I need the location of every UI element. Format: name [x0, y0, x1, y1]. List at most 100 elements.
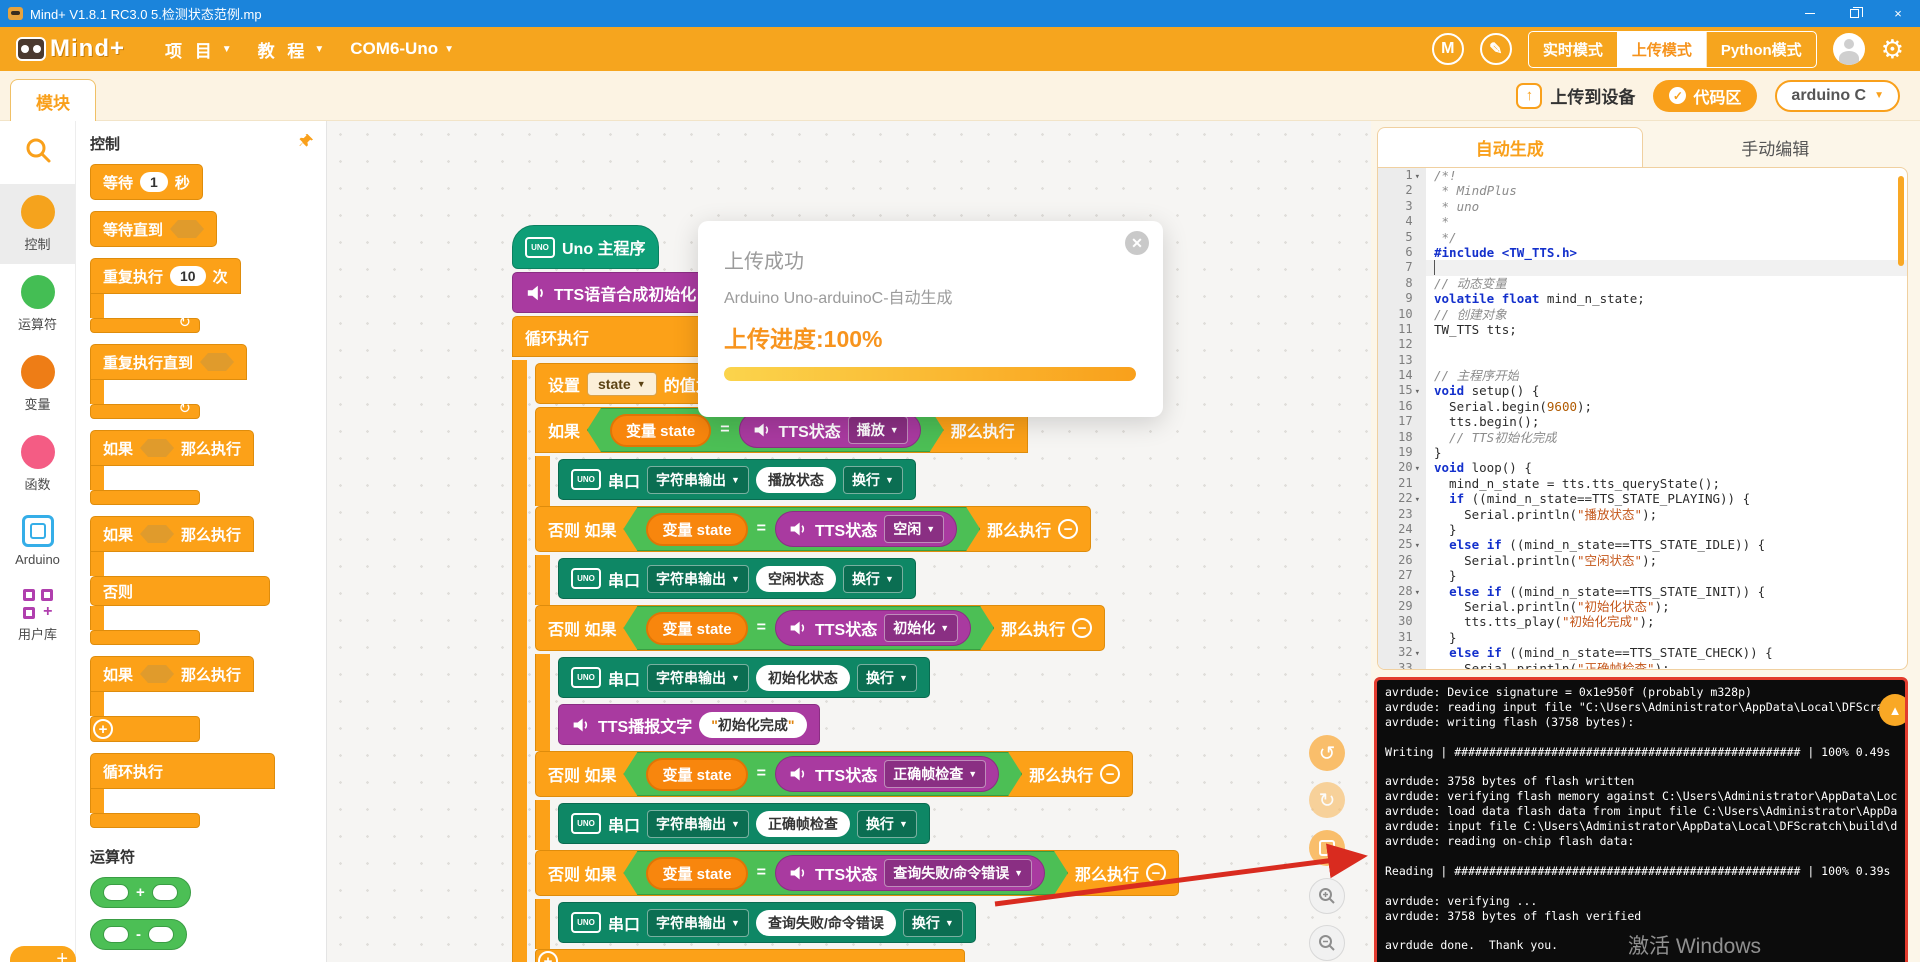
variable-state-reporter[interactable]: 变量 state [646, 612, 747, 645]
palette-forever-block[interactable]: 循环执行 [90, 753, 275, 828]
serial-mode-dropdown[interactable]: 字符串输出 ▼ [647, 809, 749, 838]
zoom-out-button[interactable] [1309, 925, 1345, 961]
serial-newline-dropdown[interactable]: 换行 ▼ [856, 663, 917, 692]
code-line[interactable]: 20 ▾ void loop() { [1378, 460, 1907, 476]
uno-main-hat-block[interactable]: UNO Uno 主程序 [512, 225, 659, 269]
sidebar-item-operators[interactable]: 运算符 [0, 264, 75, 344]
variable-state-reporter[interactable]: 变量 state [646, 758, 747, 791]
code-line[interactable]: 18▾ // TTS初始化完成 [1378, 429, 1907, 446]
code-line[interactable]: 3▾ * uno [1378, 198, 1907, 215]
tts-state-dropdown[interactable]: 查询失败/命令错误 ▼ [884, 859, 1032, 887]
sidebar-item-functions[interactable]: 函数 [0, 424, 75, 504]
upload-to-device-button[interactable]: ↑ 上传到设备 [1516, 82, 1635, 109]
code-line[interactable]: 31▾ } [1378, 629, 1907, 646]
collapse-minus-icon[interactable]: − [1100, 764, 1121, 784]
serial-print-block[interactable]: UNO 串口 字符串输出 ▼ 正确帧检查 换行 ▼ [558, 803, 930, 844]
code-line[interactable]: 32 ▾ else if ((mind_n_state==TTS_STATE_CH… [1378, 645, 1907, 661]
code-line[interactable]: 28 ▾ else if ((mind_n_state==TTS_STATE_IN… [1378, 583, 1907, 599]
language-select[interactable]: arduino C ▼ [1775, 79, 1900, 112]
equals-operator[interactable]: 变量 state = TTS状态 查询失败/命令错误 ▼ [623, 851, 1068, 895]
tts-state-reporter[interactable]: TTS状态 正确帧检查 ▼ [775, 756, 999, 792]
zoom-in-button[interactable] [1309, 878, 1345, 914]
serial-text-input[interactable]: 空闲状态 [755, 565, 836, 592]
code-line[interactable]: 29▾ Serial.println("初始化状态"); [1378, 598, 1907, 615]
serial-text-input[interactable]: 查询失败/命令错误 [755, 909, 896, 936]
tab-auto-generate[interactable]: 自动生成 [1377, 127, 1643, 167]
code-line[interactable]: 22 ▾ if ((mind_n_state==TTS_STATE_PLAYING… [1378, 491, 1907, 507]
search-icon[interactable] [23, 135, 53, 170]
palette-if-expandable-block[interactable]: 如果 那么执行 + [90, 656, 255, 742]
pin-icon[interactable] [299, 133, 314, 153]
mode-realtime[interactable]: 实时模式 [1529, 32, 1617, 67]
tts-state-dropdown[interactable]: 空闲 ▼ [884, 515, 944, 543]
equals-operator[interactable]: 变量 state = TTS状态 正确帧检查 ▼ [623, 752, 1022, 796]
if-arm[interactable]: 否则 如果 变量 state = TTS状态 查询失败/命令错误 ▼ 那么执行 − [535, 850, 1180, 896]
serial-mode-dropdown[interactable]: 字符串输出 ▼ [647, 465, 749, 494]
serial-newline-dropdown[interactable]: 换行 ▼ [902, 908, 963, 937]
code-line[interactable]: 5▾ */ [1378, 229, 1907, 245]
if-arm[interactable]: 否则 如果 变量 state = TTS状态 正确帧检查 ▼ 那么执行 − [535, 751, 1134, 797]
serial-print-block[interactable]: UNO 串口 字符串输出 ▼ 初始化状态 换行 ▼ [558, 657, 930, 698]
serial-mode-dropdown[interactable]: 字符串输出 ▼ [647, 908, 749, 937]
palette-wait-until-block[interactable]: 等待直到 [90, 211, 218, 247]
tab-modules[interactable]: 模块 [10, 79, 96, 122]
code-editor[interactable]: 1▾/*!2▾ * MindPlus3▾ * uno4▾ *5▾ */6▾#in… [1377, 167, 1908, 670]
if-arm[interactable]: 否则 如果 变量 state = TTS状态 空闲 ▼ 那么执行 − [535, 506, 1092, 552]
center-view-button[interactable] [1309, 830, 1345, 866]
palette-repeat-block[interactable]: 重复执行 10 次 ↻ [90, 258, 241, 333]
sidebar-item-variables[interactable]: 变量 [0, 344, 75, 424]
code-line[interactable]: 11▾TW_TTS tts; [1378, 321, 1907, 338]
serial-print-block[interactable]: UNO 串口 字符串输出 ▼ 播放状态 换行 ▼ [558, 459, 916, 500]
palette-if-else-block[interactable]: 如果 那么执行 否则 [90, 516, 270, 645]
serial-print-block[interactable]: UNO 串口 字符串输出 ▼ 空闲状态 换行 ▼ [558, 558, 916, 599]
code-line[interactable]: 2▾ * MindPlus [1378, 183, 1907, 199]
code-line[interactable]: 7▾ [1378, 260, 1907, 276]
wait-seconds-input[interactable]: 1 [140, 172, 168, 192]
sidebar-item-arduino[interactable]: Arduino [0, 504, 75, 578]
console-scroll-button[interactable]: ▲ [1879, 694, 1905, 726]
output-console[interactable]: avrdude: Device signature = 0x1e950f (pr… [1374, 677, 1908, 962]
code-line[interactable]: 24▾ } [1378, 521, 1907, 538]
serial-text-input[interactable]: 正确帧检查 [755, 810, 850, 837]
code-line[interactable]: 33▾ Serial.println("正确帧检查"); [1378, 660, 1907, 669]
code-line[interactable]: 21▾ mind_n_state = tts.tts_queryState(); [1378, 475, 1907, 492]
code-line[interactable]: 27▾ } [1378, 568, 1907, 584]
code-line[interactable]: 8▾// 动态变量 [1378, 275, 1907, 292]
tts-speak-block[interactable]: TTS播报文字 "初始化完成" [558, 704, 820, 745]
equals-operator[interactable]: 变量 state = TTS状态 初始化 ▼ [623, 606, 994, 650]
mode-python[interactable]: Python模式 [1705, 31, 1816, 67]
palette-add-operator[interactable]: + [90, 877, 191, 908]
serial-mode-dropdown[interactable]: 字符串输出 ▼ [647, 663, 749, 692]
code-line[interactable]: 16▾ Serial.begin(9600); [1378, 398, 1907, 415]
boolean-slot[interactable] [170, 220, 204, 238]
menu-device-port[interactable]: COM6-Uno ▼ [350, 39, 454, 59]
code-line[interactable]: 6▾#include <TW_TTS.h> [1378, 244, 1907, 261]
tts-state-reporter[interactable]: TTS状态 初始化 ▼ [775, 610, 971, 646]
menu-project[interactable]: 项 目 ▼ [165, 37, 232, 62]
variable-state-reporter[interactable]: 变量 state [646, 857, 747, 890]
palette-repeat-until-block[interactable]: 重复执行直到 ↻ [90, 344, 248, 419]
settings-gear-icon[interactable]: ⚙ [1881, 34, 1904, 65]
code-area-toggle[interactable]: ✓ 代码区 [1653, 79, 1758, 112]
redo-button[interactable]: ↻ [1309, 782, 1345, 818]
variable-dropdown[interactable]: state ▼ [587, 371, 657, 396]
code-line[interactable]: 1 ▾/*! [1378, 168, 1907, 184]
serial-newline-dropdown[interactable]: 换行 ▼ [842, 564, 903, 593]
serial-mode-dropdown[interactable]: 字符串输出 ▼ [647, 564, 749, 593]
tts-speak-text-input[interactable]: "初始化完成" [699, 711, 807, 738]
variable-state-reporter[interactable]: 变量 state [610, 414, 711, 447]
if-arm[interactable]: 否则 如果 变量 state = TTS状态 初始化 ▼ 那么执行 − [535, 605, 1106, 651]
tts-state-dropdown[interactable]: 播放 ▼ [848, 416, 908, 444]
serial-text-input[interactable]: 播放状态 [755, 466, 836, 493]
variable-state-reporter[interactable]: 变量 state [646, 513, 747, 546]
palette-wait-block[interactable]: 等待 1 秒 [90, 164, 203, 200]
tts-state-dropdown[interactable]: 初始化 ▼ [884, 614, 958, 642]
code-line[interactable]: 13▾ [1378, 352, 1907, 369]
script-canvas[interactable]: UNO Uno 主程序 TTS语音合成初始化 循环执行 设置 state ▼ 的值… [327, 121, 1371, 962]
if-elseif-chain-block[interactable]: 如果 变量 state = TTS状态 播放 ▼ 那么执行 UNO 串口 字符串输出 ▼ 播放状态… [535, 407, 1180, 962]
minimize-button[interactable] [1788, 0, 1832, 27]
code-line[interactable]: 12▾ [1378, 337, 1907, 353]
tts-state-dropdown[interactable]: 正确帧检查 ▼ [884, 760, 986, 788]
menu-tutorial[interactable]: 教 程 ▼ [258, 37, 325, 62]
mode-upload[interactable]: 上传模式 [1616, 31, 1706, 67]
